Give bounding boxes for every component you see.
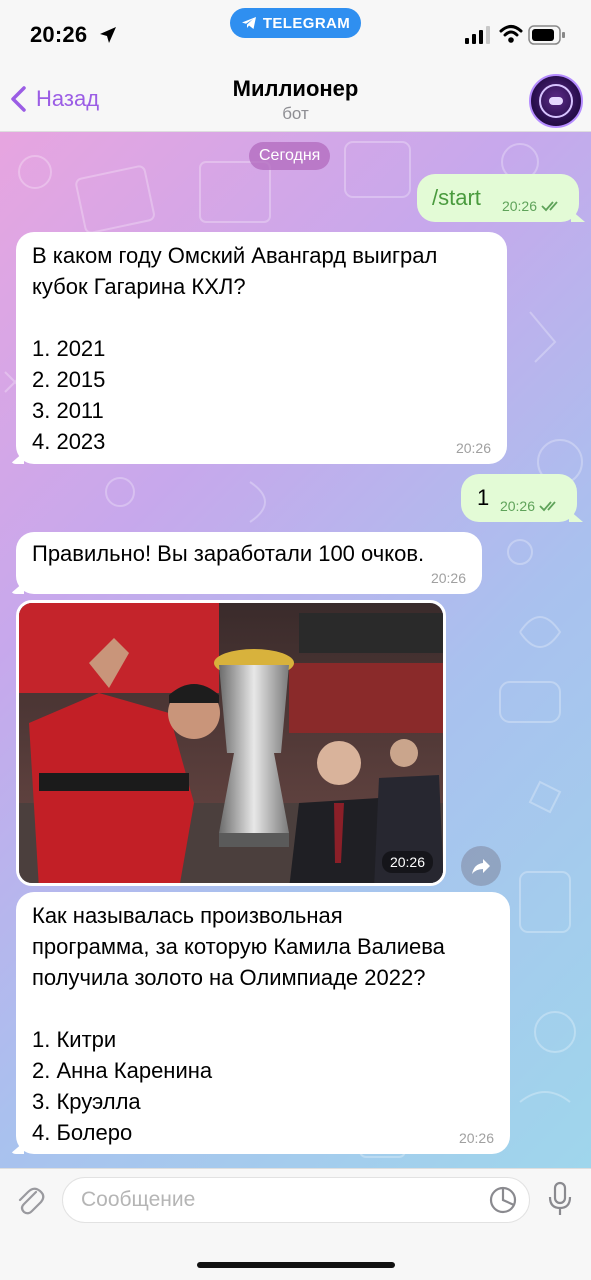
chat-header: Назад Миллионер бот [0, 70, 591, 132]
message-input[interactable] [62, 1177, 530, 1223]
message-text: Как называлась произвольная программа, з… [32, 903, 445, 1145]
outgoing-message[interactable]: /start 20:26 [417, 174, 585, 222]
incoming-message[interactable]: Правильно! Вы заработали 100 очков. 20:2… [10, 532, 482, 594]
sticker-icon[interactable] [488, 1185, 518, 1215]
battery-icon [528, 25, 565, 45]
cellular-signal-icon [465, 26, 490, 44]
message-meta: 20:26 [502, 198, 563, 214]
microphone-icon[interactable] [546, 1181, 574, 1217]
chat-title[interactable]: Миллионер [0, 76, 591, 102]
message-time: 20:26 [458, 1130, 494, 1146]
incoming-message[interactable]: В каком году Омский Авангард выиграл куб… [10, 232, 507, 464]
date-separator: Сегодня [249, 142, 331, 170]
message-text: 1 [477, 485, 490, 510]
message-time: 20:26 [430, 570, 466, 586]
message-meta: 20:26 [459, 1130, 494, 1146]
location-arrow-icon [100, 27, 116, 43]
message-text: Правильно! Вы заработали 100 очков. [32, 541, 425, 566]
bot-avatar[interactable] [529, 74, 583, 128]
message-time: 20:26 [499, 498, 535, 514]
forward-button[interactable] [461, 846, 501, 886]
avatar-logo-icon [539, 84, 573, 118]
status-bar: 20:26 TELEGRAM [0, 0, 591, 70]
read-checkmarks-icon [541, 201, 558, 212]
paperclip-icon[interactable] [14, 1183, 46, 1217]
chat-area[interactable]: Сегодня /start 20:26 В каком году Омский… [0, 132, 591, 1168]
status-time: 20:26 [30, 22, 88, 47]
message-text: В каком году Омский Авангард выиграл куб… [32, 243, 438, 454]
incoming-message[interactable]: Как называлась произвольная программа, з… [10, 892, 510, 1154]
outgoing-message[interactable]: 1 20:26 [461, 474, 583, 522]
message-time: 20:26 [455, 440, 491, 456]
photo-message[interactable]: 20:26 [16, 600, 446, 886]
read-checkmarks-icon [539, 501, 556, 512]
wifi-icon [499, 25, 523, 43]
message-meta: 20:26 [431, 570, 466, 586]
telegram-plane-icon [241, 17, 256, 29]
message-meta: 20:26 [500, 498, 561, 514]
photo-time: 20:26 [381, 851, 433, 873]
message-meta: 20:26 [456, 440, 491, 456]
telegram-pill[interactable]: TELEGRAM [230, 8, 361, 38]
share-arrow-icon [472, 859, 490, 874]
telegram-pill-label: TELEGRAM [262, 14, 351, 32]
message-time: 20:26 [501, 198, 537, 214]
message-text: /start [432, 185, 481, 210]
chat-subtitle: бот [282, 104, 309, 123]
home-indicator [197, 1262, 395, 1268]
hockey-trophy-photo [19, 603, 443, 883]
